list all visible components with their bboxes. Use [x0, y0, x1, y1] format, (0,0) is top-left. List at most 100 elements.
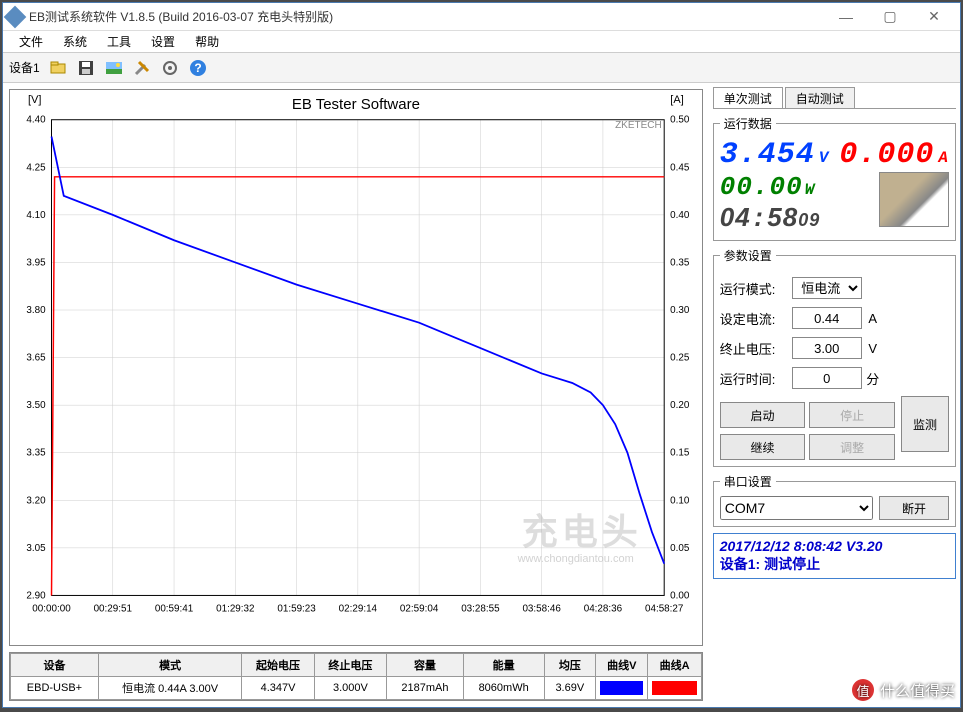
params-group: 参数设置 运行模式: 恒电流 设定电流: A 终止电压: V 运行时间:: [713, 247, 956, 467]
set-current-label: 设定电流:: [720, 309, 792, 328]
svg-text:03:58:46: 03:58:46: [522, 603, 561, 614]
status-box: 2017/12/12 8:08:42 V3.20 设备1: 测试停止: [713, 533, 956, 579]
titlebar: EB测试系统软件 V1.8.5 (Build 2016-03-07 充电头特别版…: [3, 3, 960, 31]
adjust-button[interactable]: 调整: [809, 434, 895, 460]
menu-tools[interactable]: 工具: [97, 31, 141, 52]
serial-legend: 串口设置: [720, 473, 776, 490]
svg-text:04:28:36: 04:28:36: [584, 603, 623, 614]
toolbar: 设备1 ?: [3, 53, 960, 83]
svg-text:0.20: 0.20: [670, 400, 690, 411]
td-curveV-swatch: [596, 677, 648, 700]
tab-auto-test[interactable]: 自动测试: [785, 87, 855, 108]
close-button[interactable]: ✕: [912, 3, 956, 31]
svg-text:3.95: 3.95: [26, 257, 46, 268]
avatar-image: [879, 172, 949, 227]
svg-text:04:58:27: 04:58:27: [645, 603, 683, 614]
mode-select[interactable]: 恒电流: [792, 277, 862, 299]
svg-text:0.30: 0.30: [670, 305, 690, 316]
params-legend: 参数设置: [720, 247, 776, 264]
svg-text:00:59:41: 00:59:41: [155, 603, 194, 614]
menu-file[interactable]: 文件: [9, 31, 53, 52]
settings-icon[interactable]: [158, 56, 182, 80]
window-title: EB测试系统软件 V1.8.5 (Build 2016-03-07 充电头特别版…: [29, 8, 824, 25]
open-icon[interactable]: [46, 56, 70, 80]
status-line1: 2017/12/12 8:08:42 V3.20: [720, 538, 949, 554]
save-icon[interactable]: [74, 56, 98, 80]
mode-label: 运行模式:: [720, 279, 792, 298]
svg-text:3.50: 3.50: [26, 400, 46, 411]
td-energy: 8060mWh: [463, 677, 544, 700]
table-row[interactable]: EBD-USB+ 恒电流 0.44A 3.00V 4.347V 3.000V 2…: [11, 677, 702, 700]
runtime-label: 运行时间:: [720, 369, 792, 388]
minimize-button[interactable]: —: [824, 3, 868, 31]
plot-svg: 2.903.053.203.353.503.653.803.954.104.25…: [10, 90, 702, 645]
th-capacity: 容量: [387, 654, 464, 677]
svg-text:4.25: 4.25: [26, 162, 46, 173]
svg-text:0.10: 0.10: [670, 495, 690, 506]
continue-button[interactable]: 继续: [720, 434, 806, 460]
runtime-input[interactable]: [792, 367, 862, 389]
svg-text:3.35: 3.35: [26, 448, 46, 459]
th-curveA: 曲线A: [648, 654, 701, 677]
th-vend: 终止电压: [314, 654, 386, 677]
disconnect-button[interactable]: 断开: [879, 496, 949, 520]
help-icon[interactable]: ?: [186, 56, 210, 80]
com-port-select[interactable]: COM7: [720, 496, 873, 520]
start-button[interactable]: 启动: [720, 402, 806, 428]
svg-text:0.35: 0.35: [670, 257, 690, 268]
svg-text:00:00:00: 00:00:00: [32, 603, 71, 614]
svg-text:0.45: 0.45: [670, 162, 690, 173]
test-tabs: 单次测试 自动测试: [713, 87, 956, 109]
td-mode: 恒电流 0.44A 3.00V: [98, 677, 241, 700]
svg-text:4.10: 4.10: [26, 210, 46, 221]
menubar: 文件 系统 工具 设置 帮助: [3, 31, 960, 53]
th-vstart: 起始电压: [242, 654, 314, 677]
runtime-legend: 运行数据: [720, 115, 776, 132]
svg-text:3.65: 3.65: [26, 353, 46, 364]
svg-text:02:59:04: 02:59:04: [400, 603, 439, 614]
svg-text:00:29:51: 00:29:51: [94, 603, 133, 614]
set-current-input[interactable]: [792, 307, 862, 329]
td-curveA-swatch: [648, 677, 701, 700]
power-reading: 00.00: [720, 172, 803, 202]
tab-single-test[interactable]: 单次测试: [713, 87, 783, 108]
td-vstart: 4.347V: [242, 677, 314, 700]
results-table: 设备 模式 起始电压 终止电压 容量 能量 均压 曲线V 曲线A EBD-USB…: [9, 652, 703, 701]
svg-text:03:28:55: 03:28:55: [461, 603, 500, 614]
app-icon: [4, 5, 27, 28]
monitor-button[interactable]: 监测: [901, 396, 949, 452]
svg-text:0.15: 0.15: [670, 448, 690, 459]
tools-icon[interactable]: [130, 56, 154, 80]
svg-text:01:29:32: 01:29:32: [216, 603, 254, 614]
td-capacity: 2187mAh: [387, 677, 464, 700]
stop-button[interactable]: 停止: [809, 402, 895, 428]
td-vend: 3.000V: [314, 677, 386, 700]
svg-text:0.50: 0.50: [670, 115, 690, 126]
maximize-button[interactable]: ▢: [868, 3, 912, 31]
cutoff-voltage-input[interactable]: [792, 337, 862, 359]
td-vavg: 3.69V: [544, 677, 596, 700]
menu-help[interactable]: 帮助: [185, 31, 229, 52]
svg-text:0.40: 0.40: [670, 210, 690, 221]
image-icon[interactable]: [102, 56, 126, 80]
svg-text:0.05: 0.05: [670, 543, 690, 554]
device-label: 设备1: [9, 59, 40, 76]
svg-text:3.05: 3.05: [26, 543, 46, 554]
svg-text:3.80: 3.80: [26, 305, 46, 316]
svg-text:02:29:14: 02:29:14: [339, 603, 378, 614]
runtime-data-group: 运行数据 3.454V 0.000A 00.00W 04:5809: [713, 115, 956, 241]
menu-settings[interactable]: 设置: [141, 31, 185, 52]
td-device: EBD-USB+: [11, 677, 99, 700]
chart: EB Tester Software [V] [A] ZKETECH 2.903…: [9, 89, 703, 646]
svg-text:0.25: 0.25: [670, 353, 690, 364]
svg-text:4.40: 4.40: [26, 115, 46, 126]
svg-text:3.20: 3.20: [26, 495, 46, 506]
th-curveV: 曲线V: [596, 654, 648, 677]
svg-text:?: ?: [194, 61, 201, 75]
cutoff-voltage-label: 终止电压:: [720, 339, 792, 358]
menu-system[interactable]: 系统: [53, 31, 97, 52]
svg-text:01:59:23: 01:59:23: [277, 603, 316, 614]
voltage-reading: 3.454: [720, 138, 815, 172]
th-vavg: 均压: [544, 654, 596, 677]
th-device: 设备: [11, 654, 99, 677]
